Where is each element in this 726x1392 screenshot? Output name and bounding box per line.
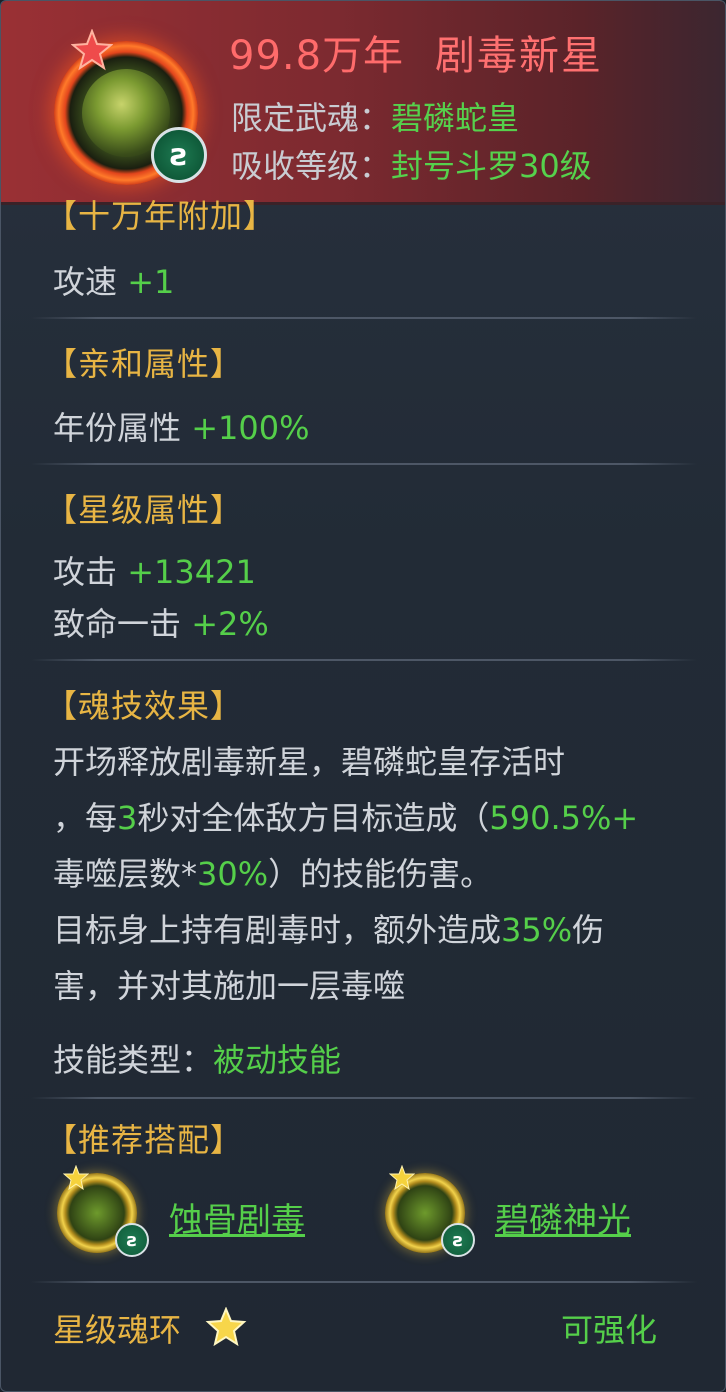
gold-star-icon <box>389 1165 415 1191</box>
divider <box>31 463 697 465</box>
section-title-affinity: 【亲和属性】 <box>45 345 244 383</box>
skill-desc-text: ，每 <box>53 799 118 837</box>
bonus-attack-speed-value: +1 <box>127 263 175 301</box>
tooltip-header: ꙅ 99.8万年 剧毒新星 限定武魂：碧磷蛇皇 吸收等级：封号斗罗30级 <box>1 1 725 205</box>
red-star-icon <box>71 29 113 71</box>
skill-type-row: 技能类型：被动技能 <box>53 1035 341 1081</box>
star-attack-label: 攻击 <box>53 553 128 591</box>
soul-ring-tooltip-panel: ꙅ 99.8万年 剧毒新星 限定武魂：碧磷蛇皇 吸收等级：封号斗罗30级 【十万… <box>0 0 726 1392</box>
soul-ring-name: 剧毒新星 <box>435 33 603 79</box>
star-crit: 致命一击 +2% <box>53 599 269 645</box>
skill-desc-text: 秒对全体敌方目标造成（ <box>137 799 490 837</box>
star-crit-value: +2% <box>191 605 269 643</box>
combo-link-1[interactable]: 蚀骨剧毒 <box>169 1193 305 1242</box>
skill-desc-text: 目标身上持有剧毒时，额外造成 <box>53 911 502 949</box>
skill-type-value: 被动技能 <box>213 1041 342 1079</box>
divider <box>31 317 697 319</box>
limit-spirit-row: 限定武魂：碧磷蛇皇 <box>231 93 519 139</box>
affinity-year-value: +100% <box>191 409 310 447</box>
divider <box>31 659 697 661</box>
gold-star-icon[interactable] <box>205 1307 247 1347</box>
star-crit-label: 致命一击 <box>53 605 192 643</box>
upgradeable-button[interactable]: 可强化 <box>561 1305 657 1351</box>
soul-ring-years: 99.8万年 <box>229 33 405 79</box>
combo-link-2[interactable]: 碧磷神光 <box>495 1193 631 1242</box>
snake-spirit-badge-icon: ꙅ <box>115 1223 149 1257</box>
star-attack: 攻击 +13421 <box>53 547 256 593</box>
skill-desc-line-4: 目标身上持有剧毒时，额外造成35%伤 <box>53 905 604 951</box>
affinity-year-attr: 年份属性 +100% <box>53 403 309 449</box>
skill-desc-line-3: 毒噬层数*30%）的技能伤害。 <box>53 849 492 895</box>
limit-spirit-label: 限定武魂： <box>231 99 392 137</box>
bonus-attack-speed-label: 攻速 <box>53 263 128 301</box>
absorb-level-label: 吸收等级： <box>231 147 392 185</box>
skill-desc-line-2: ，每3秒对全体敌方目标造成（590.5%+ <box>53 793 638 839</box>
skill-damage-value: 590.5%+ <box>489 799 639 837</box>
section-title-combo: 【推荐搭配】 <box>45 1121 244 1159</box>
snake-spirit-badge-icon: ꙅ <box>441 1223 475 1257</box>
skill-desc-text: 伤 <box>572 911 605 949</box>
divider <box>31 1281 697 1283</box>
skill-interval-value: 3 <box>117 799 138 837</box>
section-title-star: 【星级属性】 <box>45 491 244 529</box>
skill-type-label: 技能类型： <box>53 1041 214 1079</box>
skill-desc-text: ）的技能伤害。 <box>268 855 493 893</box>
star-soul-ring-label: 星级魂环 <box>53 1311 182 1349</box>
skill-bonus-damage-value: 35% <box>501 911 573 949</box>
skill-desc-text: 毒噬层数* <box>53 855 198 893</box>
absorb-level-row: 吸收等级：封号斗罗30级 <box>231 141 592 187</box>
section-title-skill: 【魂技效果】 <box>45 687 244 725</box>
skill-desc-line-5: 害，并对其施加一层毒噬 <box>53 967 406 1005</box>
bonus-attack-speed: 攻速 +1 <box>53 257 174 303</box>
gold-star-icon <box>63 1165 89 1191</box>
section-title-bonus: 【十万年附加】 <box>45 197 277 235</box>
snake-spirit-badge-icon: ꙅ <box>151 127 207 183</box>
skill-desc-line-1: 开场释放剧毒新星，碧磷蛇皇存活时 <box>53 743 566 781</box>
skill-stack-ratio-value: 30% <box>197 855 269 893</box>
star-attack-value: +13421 <box>127 553 256 591</box>
limit-spirit-value: 碧磷蛇皇 <box>391 99 520 137</box>
affinity-year-label: 年份属性 <box>53 409 192 447</box>
absorb-level-value: 封号斗罗30级 <box>391 147 592 185</box>
divider <box>31 1097 697 1099</box>
